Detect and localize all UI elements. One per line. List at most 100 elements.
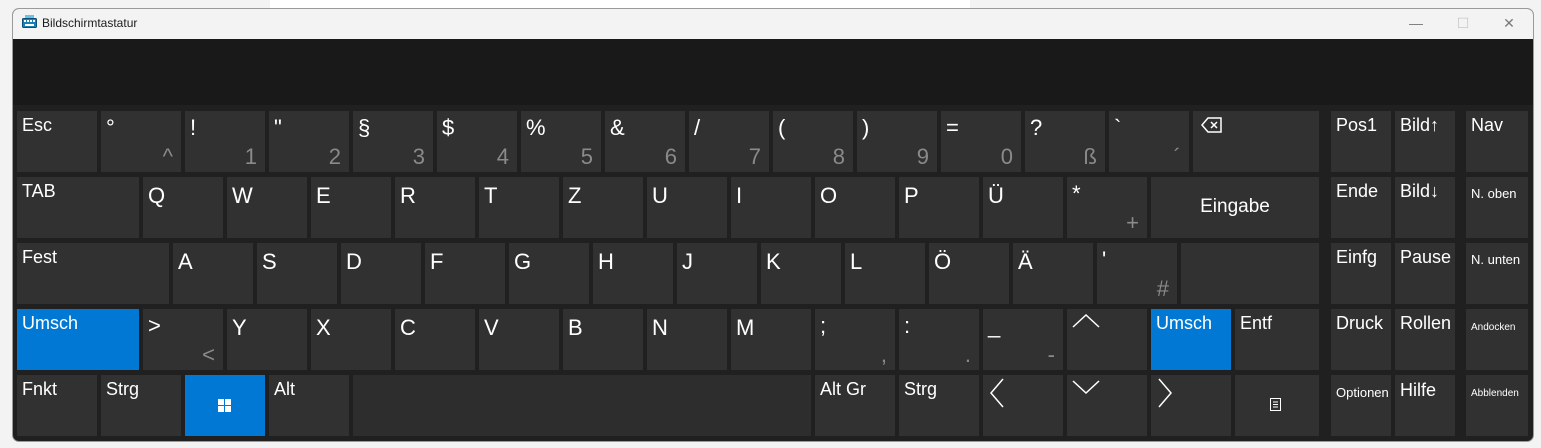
key-home[interactable]: Pos1 [1331, 111, 1391, 172]
key-delete[interactable]: Entf [1235, 309, 1319, 370]
key-esc[interactable]: Esc [17, 111, 97, 172]
key-shift-label: : [904, 313, 911, 338]
key-alt[interactable]: Alt [269, 375, 349, 436]
key-plus[interactable]: * + [1067, 177, 1147, 238]
key-h[interactable]: H [593, 243, 673, 304]
key-n[interactable]: N [647, 309, 727, 370]
key-end[interactable]: Ende [1331, 177, 1391, 238]
key-j[interactable]: J [677, 243, 757, 304]
dock-button[interactable]: Andocken [1466, 309, 1528, 370]
key-e[interactable]: E [311, 177, 391, 238]
key-capslock[interactable]: Fest [17, 243, 169, 304]
key-acute[interactable]: ` ´ [1109, 111, 1189, 172]
backspace-icon [1201, 117, 1222, 133]
key-c[interactable]: C [395, 309, 475, 370]
key-windows[interactable] [185, 375, 265, 436]
key-a[interactable]: A [173, 243, 253, 304]
key-x[interactable]: X [311, 309, 391, 370]
key-altgr[interactable]: Alt Gr [815, 375, 895, 436]
key-left-shift[interactable]: Umsch [17, 309, 139, 370]
key-ue[interactable]: Ü [983, 177, 1063, 238]
key-period[interactable]: :. [899, 309, 979, 370]
key-8[interactable]: (8 [773, 111, 853, 172]
key-circumflex[interactable]: ° ^ [101, 111, 181, 172]
key-arrow-left[interactable] [983, 375, 1063, 436]
key-right-shift[interactable]: Umsch [1151, 309, 1231, 370]
key-k[interactable]: K [761, 243, 841, 304]
key-y[interactable]: Y [227, 309, 307, 370]
key-w[interactable]: W [227, 177, 307, 238]
key-7[interactable]: /7 [689, 111, 769, 172]
key-arrow-right[interactable] [1151, 375, 1231, 436]
key-4[interactable]: $4 [437, 111, 517, 172]
key-comma[interactable]: ;, [815, 309, 895, 370]
key-9[interactable]: ) 9 [857, 111, 937, 172]
key-3[interactable]: § 3 [353, 111, 433, 172]
key-label: 1 [244, 144, 257, 169]
key-label: L [850, 249, 863, 274]
key-b[interactable]: B [563, 309, 643, 370]
key-enter-lower[interactable] [1181, 243, 1319, 304]
key-label: Fnkt [22, 379, 58, 399]
key-label: . [964, 342, 971, 367]
key-print[interactable]: Druck [1331, 309, 1391, 370]
key-label: T [484, 183, 498, 208]
key-hash[interactable]: ' # [1097, 243, 1177, 304]
key-2[interactable]: " 2 [269, 111, 349, 172]
minimize-button[interactable]: — [1393, 9, 1439, 39]
key-m[interactable]: M [731, 309, 811, 370]
close-button[interactable]: ✕ [1486, 9, 1532, 39]
key-insert[interactable]: Einfg [1331, 243, 1391, 304]
key-fn[interactable]: Fnkt [17, 375, 97, 436]
key-l[interactable]: L [845, 243, 925, 304]
key-minus[interactable]: _ - [983, 309, 1063, 370]
key-s[interactable]: S [257, 243, 337, 304]
key-space[interactable] [353, 375, 811, 436]
key-shift-label: _ [988, 313, 1001, 338]
key-0[interactable]: = 0 [941, 111, 1021, 172]
key-left-ctrl[interactable]: Strg [101, 375, 181, 436]
key-d[interactable]: D [341, 243, 421, 304]
key-page-up[interactable]: Bild↑ [1395, 111, 1455, 172]
key-u[interactable]: U [647, 177, 727, 238]
key-backspace[interactable] [1193, 111, 1319, 172]
key-o[interactable]: O [815, 177, 895, 238]
key-i[interactable]: I [731, 177, 811, 238]
key-menu[interactable] [1235, 375, 1319, 436]
move-down-button[interactable]: N. unten [1466, 243, 1528, 304]
key-6[interactable]: & 6 [605, 111, 685, 172]
key-z[interactable]: Z [563, 177, 643, 238]
key-label: A [178, 249, 193, 274]
key-f[interactable]: F [425, 243, 505, 304]
key-label: Y [232, 315, 247, 340]
help-button[interactable]: Hilfe [1395, 375, 1455, 436]
fade-button[interactable]: Abblenden [1466, 375, 1528, 436]
key-scroll-lock[interactable]: Rollen [1395, 309, 1455, 370]
key-v[interactable]: V [479, 309, 559, 370]
key-pause[interactable]: Pause [1395, 243, 1455, 304]
nav-button[interactable]: Nav [1466, 111, 1528, 172]
key-page-down[interactable]: Bild↓ [1395, 177, 1455, 238]
options-button[interactable]: Optionen [1331, 375, 1391, 436]
key-oe[interactable]: Ö [929, 243, 1009, 304]
on-screen-keyboard-window: Bildschirmtastatur — ☐ ✕ Esc ° ^ ! 1 " 2 § 3… [12, 8, 1534, 442]
key-t[interactable]: T [479, 177, 559, 238]
key-g[interactable]: G [509, 243, 589, 304]
key-label: 2 [328, 144, 341, 169]
key-label: S [262, 249, 277, 274]
key-arrow-up[interactable] [1067, 309, 1147, 370]
key-arrow-down[interactable] [1067, 375, 1147, 436]
key-q[interactable]: Q [143, 177, 223, 238]
key-ae[interactable]: Ä [1013, 243, 1093, 304]
key-eszett[interactable]: ? ß [1025, 111, 1105, 172]
key-5[interactable]: % 5 [521, 111, 601, 172]
key-tab[interactable]: TAB [17, 177, 139, 238]
key-less-than[interactable]: > < [143, 309, 223, 370]
key-1[interactable]: ! 1 [185, 111, 265, 172]
key-enter[interactable]: Eingabe [1151, 177, 1319, 238]
maximize-button[interactable]: ☐ [1440, 9, 1486, 39]
key-p[interactable]: P [899, 177, 979, 238]
move-up-button[interactable]: N. oben [1466, 177, 1528, 238]
key-r[interactable]: R [395, 177, 475, 238]
key-right-ctrl[interactable]: Strg [899, 375, 979, 436]
